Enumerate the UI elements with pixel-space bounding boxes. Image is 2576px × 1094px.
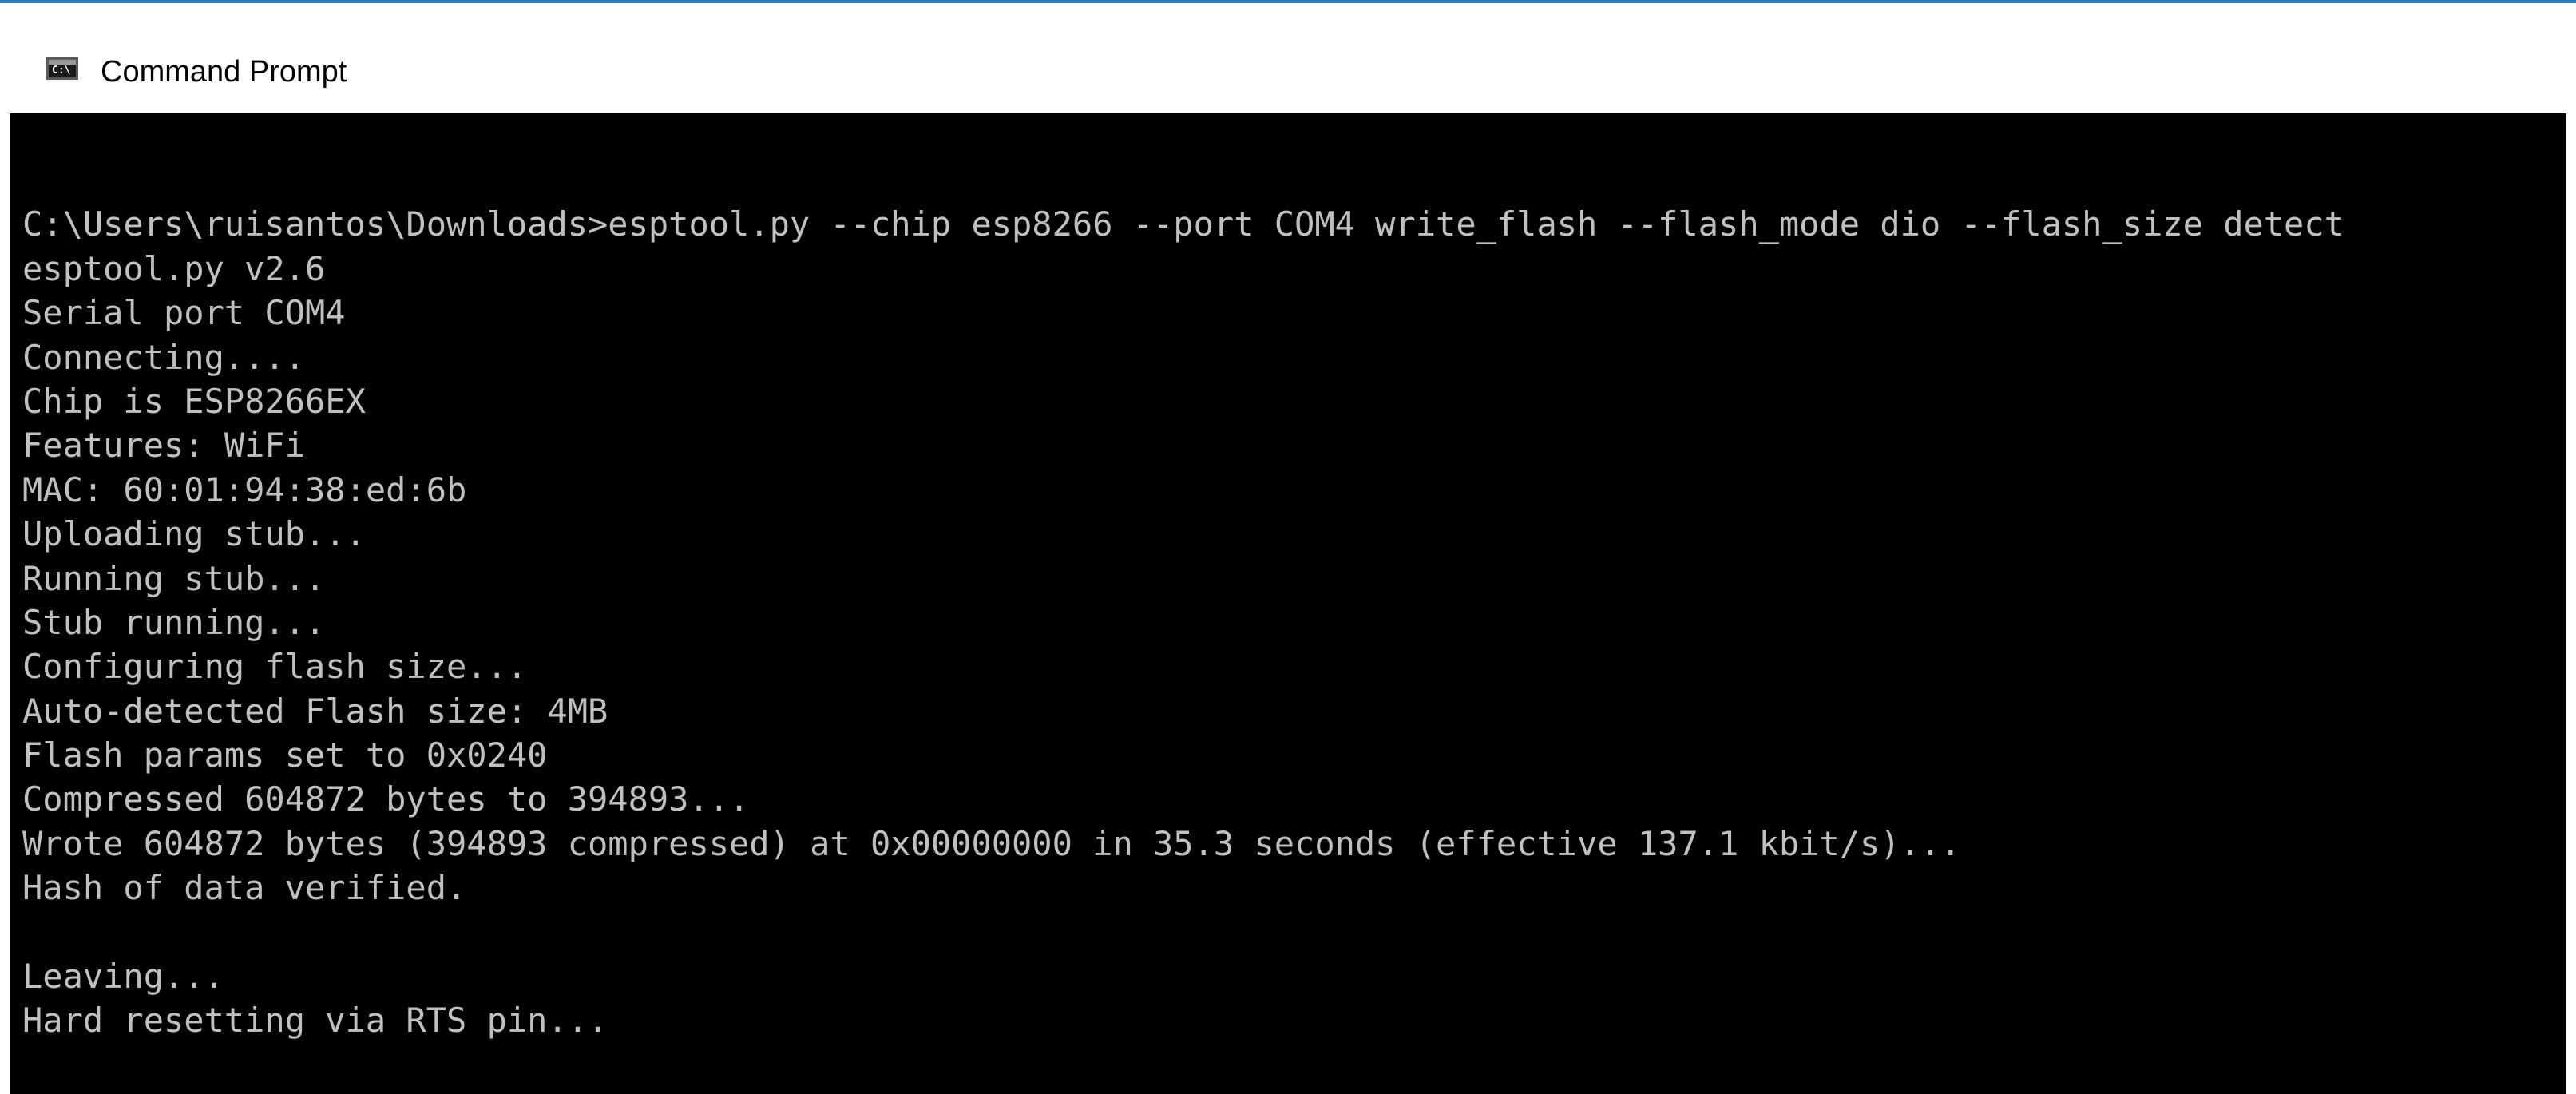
console-line: Leaving...	[22, 957, 224, 997]
console-line-command: C:\Users\ruisantos\Downloads>esptool.py …	[22, 204, 2344, 244]
console-line: Hard resetting via RTS pin...	[22, 1001, 608, 1040]
command-prompt-window: C:\ Command Prompt C:\Users\ruisantos\Do…	[0, 0, 2576, 1094]
console-prompt-line[interactable]: C:\Users\ruisantos\Downloads>	[22, 1087, 2344, 1094]
cmd-icon-glyph: C:\	[52, 65, 71, 77]
title-bar[interactable]: C:\ Command Prompt	[0, 0, 2576, 110]
console-line: Hash of data verified.	[22, 868, 467, 908]
console-line: Connecting....	[22, 337, 306, 377]
window-title: Command Prompt	[101, 55, 347, 89]
console-line: Wrote 604872 bytes (394893 compressed) a…	[22, 823, 1961, 863]
cmd-console-icon[interactable]: C:\	[46, 57, 78, 80]
console-line: Chip is ESP8266EX	[22, 381, 366, 421]
console-line: MAC: 60:01:94:38:ed:6b	[22, 470, 467, 509]
console-line: Features: WiFi	[22, 426, 306, 466]
console-line: Configuring flash size...	[22, 647, 528, 687]
console-line: Running stub...	[22, 558, 326, 598]
console-line: Serial port COM4	[22, 293, 346, 333]
window-right-border	[2566, 113, 2576, 1094]
console-line: esptool.py v2.6	[22, 248, 326, 288]
console-line: Stub running...	[22, 602, 326, 642]
console-line: Uploading stub...	[22, 514, 366, 554]
console-line: Flash params set to 0x0240	[22, 735, 548, 775]
console-output-area[interactable]: C:\Users\ruisantos\Downloads> esptool.py …	[10, 113, 2566, 1094]
console-text: C:\Users\ruisantos\Downloads> esptool.py …	[22, 158, 2344, 1094]
console-line: Auto-detected Flash size: 4MB	[22, 691, 608, 731]
console-line: Compressed 604872 bytes to 394893...	[22, 779, 750, 819]
window-left-border	[0, 113, 10, 1094]
